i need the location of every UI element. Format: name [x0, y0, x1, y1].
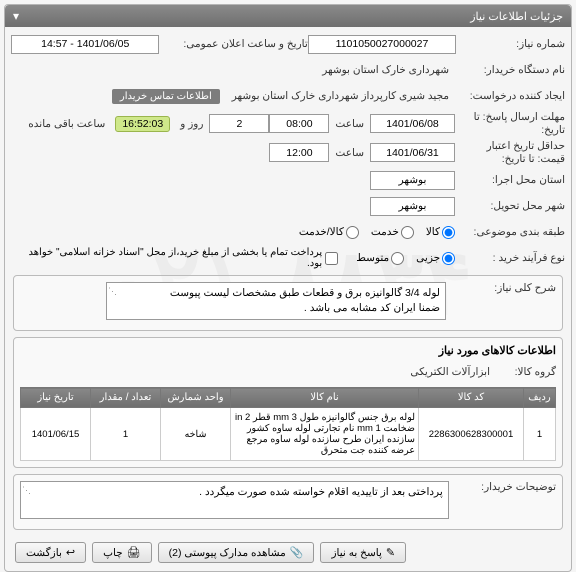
attachments-button-label: مشاهده مدارک پیوستی (2) — [169, 547, 286, 559]
print-button[interactable]: 🖨 چاپ — [92, 542, 152, 563]
resize-grip-icon-2: ⋰ — [23, 484, 31, 492]
radio-medium-label: متوسط — [356, 252, 389, 264]
remaining-label: ساعت باقی مانده — [22, 118, 111, 130]
need-number-field[interactable] — [308, 35, 456, 54]
cell-qty: 1 — [91, 408, 161, 461]
payment-note-checkbox[interactable] — [325, 252, 338, 265]
countdown-timer: 16:52:03 — [115, 116, 170, 132]
back-icon: ↩ — [66, 546, 75, 559]
buyer-notes-panel: توضیحات خریدار: ⋰ پرداختی بعد از تاییدیه… — [13, 474, 563, 530]
table-row[interactable]: 1 2286300628300001 لوله برق جنس گالوانیز… — [21, 408, 556, 461]
cell-unit: شاخه — [161, 408, 231, 461]
announce-datetime-field[interactable] — [11, 35, 159, 54]
delivery-city-label: شهر محل تحویل: — [455, 200, 565, 212]
radio-medium[interactable]: متوسط — [356, 252, 404, 265]
radio-kala[interactable]: کالا — [426, 226, 455, 239]
goods-group-label: گروه کالا: — [496, 366, 556, 378]
subject-category-label: طبقه بندی موضوعی: — [455, 226, 565, 238]
back-button[interactable]: ↩ بازگشت — [15, 542, 86, 563]
days-remaining-field — [209, 114, 269, 133]
radio-medium-input[interactable] — [391, 252, 404, 265]
goods-info-panel: اطلاعات کالاهای مورد نیاز گروه کالا: ابز… — [13, 337, 563, 468]
attachments-button[interactable]: 📎 مشاهده مدارک پیوستی (2) — [158, 542, 315, 563]
response-deadline-hour[interactable] — [269, 114, 329, 133]
radio-khadmat-label: خدمت — [371, 226, 399, 238]
need-description-panel: شرح کلی نیاز: ⋰ لوله 3/4 گالوانیزه برق و… — [13, 275, 563, 331]
exec-province-field[interactable] — [370, 171, 455, 190]
radio-kalakhadmat-label: کالا/خدمت — [299, 226, 344, 238]
print-icon: 🖨 — [127, 546, 141, 559]
need-number-label: شماره نیاز: — [456, 38, 565, 50]
radio-partial-input[interactable] — [442, 252, 455, 265]
price-validity-hour[interactable] — [269, 143, 329, 162]
buy-process-label: نوع فرآیند خرید : — [455, 252, 565, 264]
cell-date: 1401/06/15 — [21, 408, 91, 461]
panel-header: جزئیات اطلاعات نیاز ▾ — [5, 5, 571, 27]
col-unit[interactable]: واحد شمارش — [161, 388, 231, 408]
goods-table: ردیف کد کالا نام کالا واحد شمارش تعداد /… — [20, 387, 556, 461]
radio-khadmat[interactable]: خدمت — [371, 226, 414, 239]
details-panel: جزئیات اطلاعات نیاز ▾ شماره نیاز: تاریخ … — [4, 4, 572, 572]
cell-code: 2286300628300001 — [419, 408, 524, 461]
hour-label-1: ساعت — [329, 118, 370, 130]
radio-kala-input[interactable] — [442, 226, 455, 239]
hour-label-2: ساعت — [329, 147, 370, 159]
print-button-label: چاپ — [103, 547, 123, 559]
radio-partial-label: جزیی — [416, 252, 440, 264]
price-validity-date[interactable] — [370, 143, 455, 162]
response-deadline-date[interactable] — [370, 114, 455, 133]
buyer-org-label: نام دستگاه خریدار: — [455, 64, 565, 76]
delivery-city-field[interactable] — [370, 197, 455, 216]
footer-buttons: ✎ پاسخ به نیاز 📎 مشاهده مدارک پیوستی (2)… — [11, 536, 565, 565]
radio-khadmat-input[interactable] — [401, 226, 414, 239]
need-description-textarea[interactable]: ⋰ لوله 3/4 گالوانیزه برق و قطعات طبق مشخ… — [106, 282, 446, 320]
resize-grip-icon: ⋰ — [109, 285, 117, 293]
cell-row: 1 — [524, 408, 556, 461]
contact-info-button[interactable]: اطلاعات تماس خریدار — [112, 89, 220, 104]
col-qty[interactable]: تعداد / مقدار — [91, 388, 161, 408]
response-deadline-label: مهلت ارسال پاسخ: تا تاریخ: — [455, 111, 565, 136]
payment-note-text: پرداخت تمام یا بخشی از مبلغ خرید،از محل … — [11, 247, 322, 269]
reply-button[interactable]: ✎ پاسخ به نیاز — [320, 542, 406, 563]
payment-note-checkbox-wrap[interactable]: پرداخت تمام یا بخشی از مبلغ خرید،از محل … — [11, 247, 338, 269]
buyer-notes-label: توضیحات خریدار: — [449, 481, 556, 493]
radio-kalakhadmat[interactable]: کالا/خدمت — [299, 226, 359, 239]
col-code[interactable]: کد کالا — [419, 388, 524, 408]
attachment-icon: 📎 — [290, 546, 304, 559]
col-name[interactable]: نام کالا — [231, 388, 419, 408]
need-description-value: لوله 3/4 گالوانیزه برق و قطعات طبق مشخصا… — [170, 287, 440, 314]
radio-partial[interactable]: جزیی — [416, 252, 455, 265]
price-validity-label: حداقل تاریخ اعتبار قیمت: تا تاریخ: — [455, 140, 565, 165]
goods-info-heading: اطلاعات کالاهای مورد نیاز — [20, 344, 556, 357]
col-row[interactable]: ردیف — [524, 388, 556, 408]
need-description-label: شرح کلی نیاز: — [446, 282, 556, 294]
buyer-notes-textarea[interactable]: ⋰ پرداختی بعد از تاییدیه اقلام خواسته شد… — [20, 481, 449, 519]
radio-kala-label: کالا — [426, 226, 440, 238]
buyer-notes-value: پرداختی بعد از تاییدیه اقلام خواسته شده … — [199, 486, 443, 498]
panel-title: جزئیات اطلاعات نیاز — [470, 10, 563, 23]
back-button-label: بازگشت — [26, 547, 62, 559]
reply-icon: ✎ — [386, 546, 395, 559]
reply-button-label: پاسخ به نیاز — [331, 547, 381, 559]
radio-kalakhadmat-input[interactable] — [346, 226, 359, 239]
cell-name: لوله برق جنس گالوانیزه طول mm 3 قطر in 2… — [231, 408, 419, 461]
requester-value: مجید شیری کارپرداز شهرداری خارک استان بو… — [226, 90, 455, 102]
col-date[interactable]: تاریخ نیاز — [21, 388, 91, 408]
announce-datetime-label: تاریخ و ساعت اعلان عمومی: — [159, 38, 307, 50]
buyer-org-value: شهرداری خارک استان بوشهر — [316, 64, 455, 76]
goods-group-value: ابزارآلات الکتریکی — [404, 366, 496, 378]
exec-province-label: استان محل اجرا: — [455, 174, 565, 186]
collapse-icon[interactable]: ▾ — [13, 9, 19, 23]
requester-label: ایجاد کننده درخواست: — [455, 90, 565, 102]
day-and-label: روز و — [174, 118, 209, 130]
